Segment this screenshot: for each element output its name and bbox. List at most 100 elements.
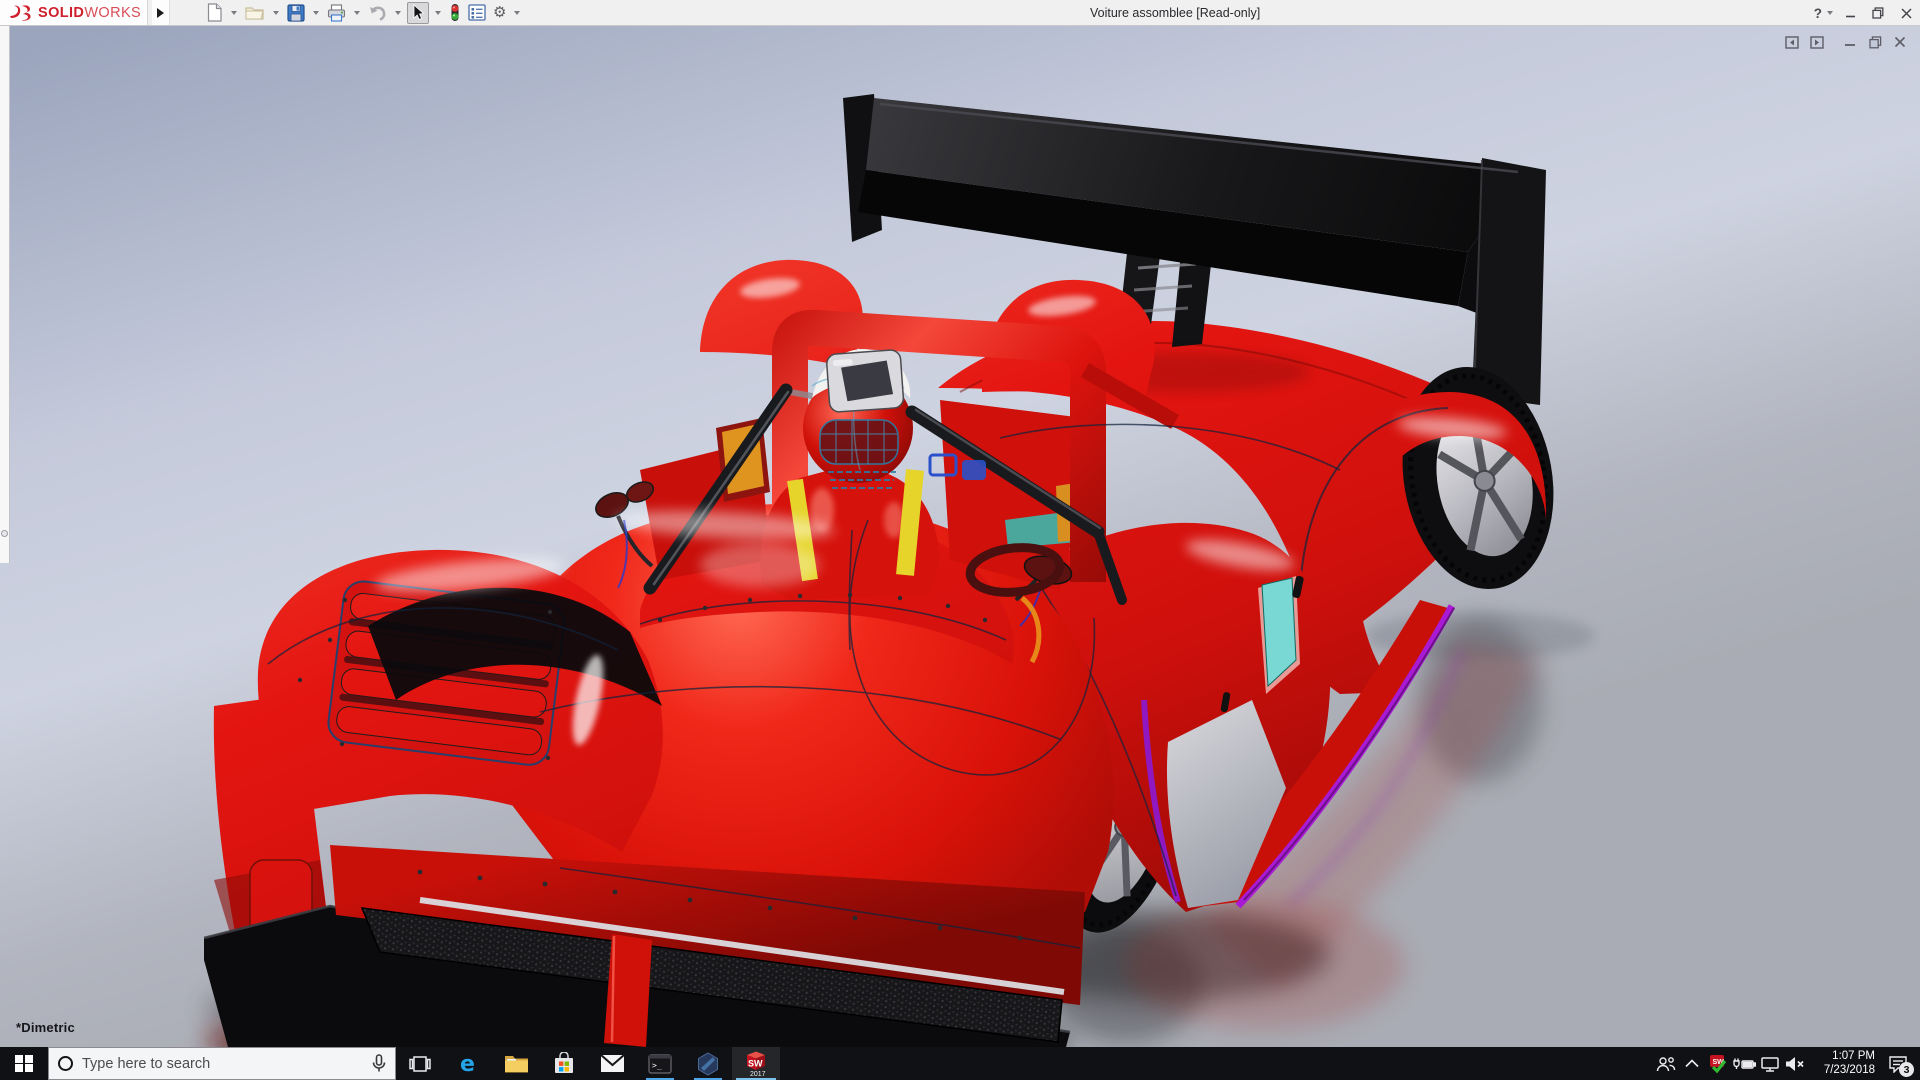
featuremanager-tab-dot-icon: [1, 530, 8, 537]
settings-caret[interactable]: [514, 11, 520, 15]
solidworks-2017-button[interactable]: SW 2017: [732, 1047, 780, 1080]
solidworks-2017-icon: SW 2017: [743, 1050, 769, 1077]
featuremanager-collapsed-tab[interactable]: [0, 26, 10, 563]
task-view-icon: [409, 1054, 431, 1074]
view-orientation-label: *Dimetric: [16, 1020, 75, 1035]
new-document-icon: [206, 3, 223, 22]
undo-caret[interactable]: [395, 11, 401, 15]
clock-date: 7/23/2018: [1809, 1064, 1875, 1078]
save-floppy-icon: [287, 4, 305, 22]
document-window-controls: [1784, 34, 1908, 50]
titlebar: SOLIDWORKS: [0, 0, 1920, 26]
doc-close-icon: [1894, 36, 1906, 48]
file-explorer-icon: [504, 1054, 529, 1074]
properties-list-button[interactable]: [466, 2, 488, 24]
restore-icon: [1872, 7, 1884, 19]
minimize-button[interactable]: [1836, 0, 1864, 26]
search-input[interactable]: [82, 1056, 363, 1072]
people-icon: [1656, 1056, 1676, 1072]
open-caret[interactable]: [273, 11, 279, 15]
print-caret[interactable]: [354, 11, 360, 15]
settings-button[interactable]: ⚙: [491, 2, 508, 24]
dock-right-icon: [1810, 36, 1824, 49]
dassault-ds-glyph: [8, 4, 34, 22]
windows-logo-icon: [15, 1055, 33, 1073]
network-button[interactable]: [1757, 1047, 1782, 1080]
help-caret[interactable]: [1827, 11, 1833, 15]
rearview-mirror-box: [826, 349, 904, 412]
doc-restore-icon: [1869, 36, 1882, 49]
select-cursor-icon: [410, 4, 426, 21]
power-battery-icon: [1732, 1057, 1756, 1071]
dock-previous-button[interactable]: [1784, 34, 1800, 50]
dock-left-icon: [1785, 36, 1799, 49]
gear-icon: ⚙: [493, 5, 506, 20]
dock-next-button[interactable]: [1809, 34, 1825, 50]
power-button[interactable]: [1731, 1047, 1756, 1080]
volume-button[interactable]: [1783, 1047, 1808, 1080]
edge-button[interactable]: e: [444, 1047, 492, 1080]
microphone-icon[interactable]: [372, 1054, 386, 1073]
new-document-button[interactable]: [204, 2, 225, 24]
print-icon: [327, 4, 346, 22]
doc-restore-button[interactable]: [1867, 34, 1883, 50]
taskbar-spacer: [780, 1047, 1653, 1080]
action-center-button[interactable]: 3: [1880, 1047, 1916, 1080]
doc-minimize-icon: [1844, 36, 1856, 48]
svg-text:>_: >_: [652, 1061, 662, 1070]
file-explorer-button[interactable]: [492, 1047, 540, 1080]
new-document-caret[interactable]: [231, 11, 237, 15]
close-icon: [1901, 8, 1912, 19]
undo-arrow-icon: [368, 5, 387, 21]
taskbar-search[interactable]: [48, 1047, 396, 1080]
toolbar-flyout-button[interactable]: [152, 0, 170, 25]
tray-overflow-button[interactable]: [1679, 1047, 1704, 1080]
system-tray: SW: [1653, 1047, 1920, 1080]
help-button[interactable]: ?: [1804, 6, 1824, 21]
stoplight-icon: [449, 3, 461, 22]
mail-button[interactable]: [588, 1047, 636, 1080]
solidworks-check-icon: SW: [1708, 1054, 1728, 1074]
task-view-button[interactable]: [396, 1047, 444, 1080]
hexagon-app-button[interactable]: [684, 1047, 732, 1080]
mail-icon: [600, 1054, 625, 1073]
select-tool-button[interactable]: [407, 2, 429, 24]
save-caret[interactable]: [313, 11, 319, 15]
chevron-up-icon: [1685, 1059, 1699, 1068]
solidworks-logo: SOLIDWORKS: [0, 0, 148, 25]
rebuild-stoplight-button[interactable]: [447, 2, 463, 24]
close-button[interactable]: [1892, 0, 1920, 26]
document-title: Voiture assomblee [Read-only]: [1090, 0, 1260, 26]
notification-badge: 3: [1899, 1062, 1914, 1077]
edge-icon: e: [456, 1052, 480, 1076]
app-window-controls: ?: [1804, 0, 1920, 26]
command-prompt-button[interactable]: >_: [636, 1047, 684, 1080]
open-folder-icon: [245, 4, 265, 21]
volume-muted-icon: [1785, 1056, 1806, 1072]
start-button[interactable]: [0, 1047, 48, 1080]
windows-taskbar: e: [0, 1047, 1920, 1080]
3d-viewport-canvas: [0, 26, 1920, 1047]
solidworks-resource-monitor[interactable]: SW: [1705, 1047, 1730, 1080]
print-button[interactable]: [325, 2, 348, 24]
people-button[interactable]: [1653, 1047, 1678, 1080]
open-button[interactable]: [243, 2, 267, 24]
clock-time: 1:07 PM: [1809, 1050, 1875, 1064]
network-icon: [1760, 1056, 1780, 1072]
taskbar-app-icons: e: [396, 1047, 780, 1080]
doc-close-button[interactable]: [1892, 34, 1908, 50]
taskbar-clock[interactable]: 1:07 PM 7/23/2018: [1809, 1050, 1879, 1077]
microsoft-store-button[interactable]: [540, 1047, 588, 1080]
undo-button[interactable]: [366, 2, 389, 24]
save-button[interactable]: [285, 2, 307, 24]
doc-minimize-button[interactable]: [1842, 34, 1858, 50]
restore-button[interactable]: [1864, 0, 1892, 26]
microsoft-store-icon: [553, 1052, 575, 1075]
minimize-icon: [1845, 8, 1856, 19]
svg-text:e: e: [460, 1052, 475, 1076]
3d-viewport[interactable]: *Dimetric: [0, 26, 1920, 1047]
harness-strap-right: [905, 470, 915, 575]
brand-text: SOLIDWORKS: [38, 5, 141, 21]
select-caret[interactable]: [435, 11, 441, 15]
svg-text:SW: SW: [748, 1059, 763, 1069]
